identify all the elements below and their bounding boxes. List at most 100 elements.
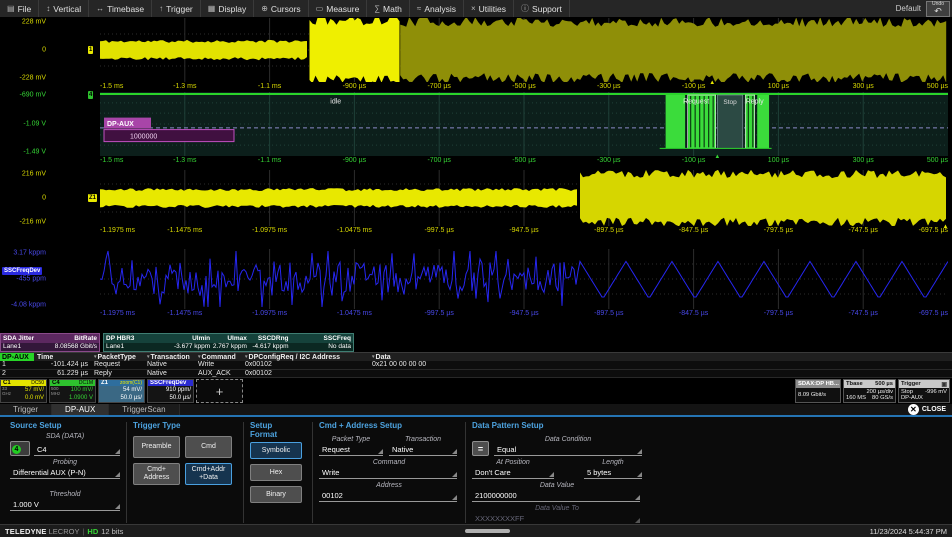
add-trace-button[interactable]: +	[196, 379, 243, 403]
descriptor-c4[interactable]: C4DC1M500MHz100 mV/1.0900 V	[49, 379, 96, 403]
trace-badge-sscfreqdev: SSCFreqDev	[2, 267, 42, 275]
status-drag-handle[interactable]	[465, 529, 510, 533]
setup-format-symbolic[interactable]: Symbolic	[250, 442, 302, 459]
menu-item-vertical[interactable]: ↕Vertical	[39, 0, 89, 17]
undo-icon: ↶	[934, 7, 942, 15]
trigger-type-cmd-addr-data[interactable]: Cmd+Addr +Data	[185, 463, 232, 485]
decode-table-row[interactable]: 1-101.424 µsRequestNativeWrite0x001020x2…	[0, 361, 952, 370]
probing-combo[interactable]: Differential AUX (P-N)	[10, 467, 120, 479]
decode-column-header[interactable]: ▾Data	[370, 354, 952, 361]
menu-item-label: Math	[383, 4, 402, 14]
decode-column-header[interactable]: ▾Command	[196, 354, 243, 361]
y-axis-label: 216 mV	[0, 171, 46, 178]
sda-info-box[interactable]: SDAX:DP HB... 8.09 Gbit/s	[795, 379, 841, 403]
file-icon: ▤	[7, 4, 15, 13]
menu-item-trigger[interactable]: ↑Trigger	[152, 0, 201, 17]
time-tick: -500 µs	[512, 157, 536, 164]
y-axis-label: -228 mV	[0, 74, 46, 81]
decode-column-label: Transaction	[151, 354, 190, 361]
address-field[interactable]: 00102	[319, 490, 457, 502]
decode-column-header[interactable]: ▾Transaction	[145, 354, 196, 361]
menu-item-timebase[interactable]: ↔Timebase	[89, 0, 152, 17]
trigger-header: Trigger ▣	[899, 380, 949, 388]
svg-text:DP-AUX: DP-AUX	[107, 121, 134, 128]
timebase-scale: 200 µs/div	[846, 389, 893, 395]
at-position-combo[interactable]: Don't Care	[472, 467, 554, 479]
sample-rate: 80 GS/s	[872, 395, 893, 401]
y-axis-label: 0	[0, 47, 46, 54]
descriptor-z1[interactable]: Z1zoom(C1)54 mV/50.0 µs/	[98, 379, 145, 403]
tab-trigger[interactable]: Trigger	[0, 404, 52, 415]
dialog-tabs: TriggerDP-AUXTriggerScan	[0, 404, 180, 415]
transaction-label: Transaction	[389, 436, 457, 443]
menu-item-label: Analysis	[424, 4, 456, 14]
timebase-info-box[interactable]: Tbase 500 µs 200 µs/div 160 MS 80 GS/s	[843, 379, 896, 403]
plot-area-c1-main[interactable]: -1.5 ms-1.3 ms-1.1 ms-900 µs-700 µs-500 …	[100, 18, 948, 92]
trigger-type-cmd-address[interactable]: Cmd+ Address	[133, 463, 180, 485]
menu-item-math[interactable]: ∑Math	[367, 0, 410, 17]
menu-right: Default Undo ↶	[896, 1, 952, 17]
svg-text:idle: idle	[330, 98, 341, 105]
plot-area-c4-dpaux[interactable]: StopidleRequestReplyDP-AUX1000000-1.5 ms…	[100, 92, 948, 166]
close-button[interactable]: ✕ CLOSE	[902, 404, 952, 415]
setup-format-title: Setup Format	[250, 421, 286, 439]
datetime-label: 11/23/2024 5:44:37 PM	[870, 527, 947, 536]
decode-column-header[interactable]: ▾PacketType	[92, 354, 145, 361]
time-tick: -947.5 µs	[509, 310, 538, 317]
undo-button[interactable]: Undo ↶	[926, 1, 950, 17]
probe-button[interactable]: 4	[10, 441, 30, 456]
menu-item-measure[interactable]: ▭Measure	[309, 0, 368, 17]
position-length-row: At Position Don't Care Length 5 bytes	[472, 456, 642, 479]
packet-type-combo[interactable]: Request	[319, 444, 383, 456]
decode-column-header[interactable]: ▾DPConfigReq / I2C Address	[243, 354, 370, 361]
timebase-samples: 160 MS 80 GS/s	[846, 395, 893, 401]
decode-table-row[interactable]: 261.229 µsReplyNativeAUX_ACK0x00102	[0, 370, 952, 379]
time-tick: -1.3 ms	[173, 157, 196, 164]
trigger-info-box[interactable]: Trigger ▣ Stop -996 mV DP-AUX	[898, 379, 950, 403]
setup-format-buttons: Symbolic Hex Binary	[250, 442, 306, 503]
measure-icon: ▭	[316, 4, 324, 13]
offset-value: 50.0 µs/	[150, 395, 191, 403]
command-combo[interactable]: Write	[319, 467, 457, 479]
threshold-field[interactable]: 1.000 V	[10, 499, 120, 511]
setup-format-hex[interactable]: Hex	[250, 464, 302, 481]
summary-header-cell: SSCFreq	[289, 335, 351, 342]
menu-item-file[interactable]: ▤File	[0, 0, 39, 17]
time-tick: 100 µs	[768, 157, 789, 164]
plot-area-z1-zoom[interactable]: -1.1975 ms-1.1475 ms-1.0975 ms-1.0475 ms…	[100, 170, 948, 236]
time-tick: -747.5 µs	[849, 310, 878, 317]
sda-source-combo[interactable]: C4	[34, 444, 120, 456]
address-label: Address	[319, 482, 459, 489]
timebase-body: 200 µs/div 160 MS 80 GS/s	[844, 388, 895, 402]
packet-transaction-row: Packet Type Request Transaction Native	[319, 433, 459, 456]
menu-item-label: Display	[218, 4, 246, 14]
descriptor-sscfreqdev[interactable]: SSCFreqDev910 ppm/50.0 µs/	[147, 379, 194, 403]
trigger-type-cmd[interactable]: Cmd	[185, 436, 232, 458]
descriptor-c1[interactable]: C1DC5033GHz57 mV/0.0 mV	[0, 379, 47, 403]
trigger-mode-icon: ▣	[941, 381, 947, 388]
data-condition-label: Data Condition	[494, 436, 642, 443]
menu-item-utilities[interactable]: ×Utilities	[464, 0, 514, 17]
data-condition-combo[interactable]: Equal	[494, 444, 642, 456]
decode-column-header[interactable]: Time	[34, 354, 92, 361]
svg-text:Request: Request	[683, 98, 709, 105]
summary-header-cell: BitRate	[74, 335, 97, 342]
close-icon: ✕	[908, 404, 919, 415]
trigger-type-preamble[interactable]: Preamble	[133, 436, 180, 458]
equal-condition-button[interactable]: =	[472, 441, 489, 456]
menu-item-analysis[interactable]: ≈Analysis	[410, 0, 464, 17]
tab-triggerscan[interactable]: TriggerScan	[109, 404, 179, 415]
data-value-field[interactable]: 2100000000	[472, 490, 640, 502]
menu-item-support[interactable]: ⓘSupport	[514, 0, 570, 17]
decode-cell: 0x21 00 00 00 00	[370, 361, 952, 368]
time-tick: -1.0975 ms	[252, 227, 287, 234]
transaction-combo[interactable]: Native	[389, 444, 457, 456]
setup-format-binary[interactable]: Binary	[250, 486, 302, 503]
bandwidth-label: 500MHz	[51, 387, 60, 396]
plot-area-sscfreqdev[interactable]: -1.1975 ms-1.1475 ms-1.0975 ms-1.0475 ms…	[100, 249, 948, 319]
menu-item-cursors[interactable]: ⊕Cursors	[254, 0, 308, 17]
brand-teledyne: TELEDYNE	[5, 527, 47, 536]
tab-dp-aux[interactable]: DP-AUX	[52, 404, 109, 415]
length-combo[interactable]: 5 bytes	[584, 467, 642, 479]
menu-item-display[interactable]: ▦Display	[201, 0, 254, 17]
